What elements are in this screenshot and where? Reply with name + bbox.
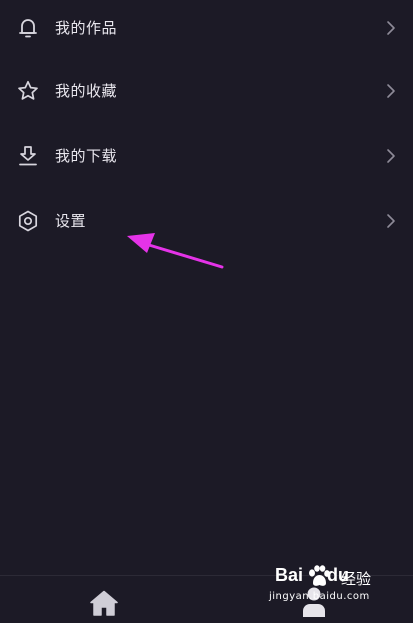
- watermark-url: jingyan.baidu.com: [269, 591, 370, 602]
- home-icon[interactable]: [90, 590, 118, 616]
- menu-item-my-favorites[interactable]: 我的收藏: [0, 63, 413, 119]
- star-icon: [18, 80, 38, 100]
- bell-icon: [19, 19, 37, 38]
- chevron-right-icon: [387, 21, 395, 35]
- watermark-product: 经验: [341, 570, 372, 588]
- baidu-jingyan-watermark: Bai du 经验 jingyan.baidu.com: [269, 565, 387, 609]
- gear-icon: [18, 210, 38, 232]
- menu-item-label: 我的收藏: [55, 82, 118, 100]
- menu-item-label: 我的作品: [55, 19, 118, 37]
- download-icon: [19, 146, 37, 166]
- annotation-arrow-icon: [127, 233, 224, 269]
- paw-icon: [309, 565, 330, 586]
- menu-item-my-works[interactable]: 我的作品: [0, 0, 413, 56]
- menu-item-label: 设置: [55, 212, 87, 230]
- menu-item-my-downloads[interactable]: 我的下载: [0, 128, 413, 184]
- chevron-right-icon: [387, 84, 395, 98]
- menu-item-label: 我的下载: [55, 147, 118, 165]
- chevron-right-icon: [387, 214, 395, 228]
- chevron-right-icon: [387, 149, 395, 163]
